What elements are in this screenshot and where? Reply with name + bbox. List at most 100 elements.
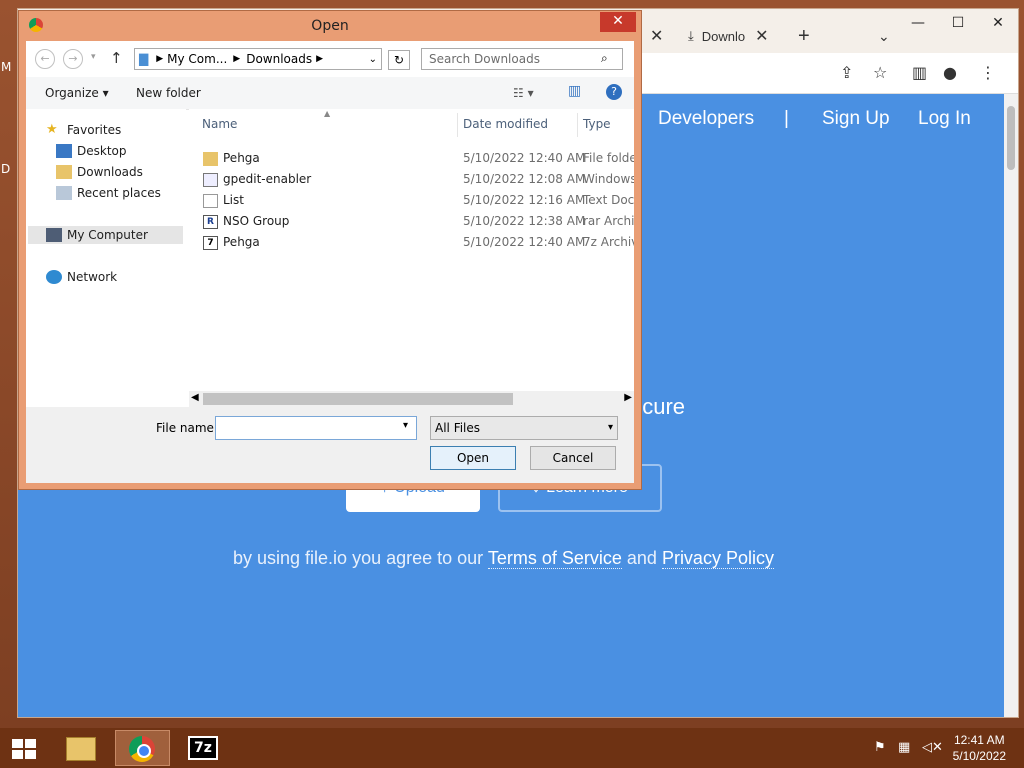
file-name: List bbox=[223, 193, 244, 207]
new-tab-button[interactable]: + bbox=[798, 23, 810, 49]
breadcrumb-my-computer[interactable]: My Com... bbox=[167, 52, 227, 66]
open-button[interactable]: Open bbox=[430, 446, 516, 470]
nav-recent-places[interactable]: Recent places bbox=[56, 184, 161, 202]
scroll-left-icon[interactable]: ◀ bbox=[191, 392, 199, 403]
nav-network[interactable]: Network bbox=[46, 268, 117, 286]
breadcrumb-separator-icon: ▶ bbox=[233, 54, 241, 64]
file-name: NSO Group bbox=[223, 214, 290, 228]
dialog-title: Open bbox=[311, 18, 349, 34]
taskbar-chrome[interactable] bbox=[115, 730, 170, 766]
horizontal-scrollbar[interactable]: ◀ ▶ bbox=[189, 391, 634, 407]
column-header-type[interactable]: Type bbox=[583, 117, 611, 131]
nav-downloads-label: Downloads bbox=[77, 165, 143, 179]
volume-muted-icon[interactable]: ◁✕ bbox=[922, 740, 943, 755]
window-controls: — ☐ ✕ bbox=[898, 9, 1018, 39]
batch-file-icon bbox=[203, 173, 218, 187]
nav-computer-label: My Computer bbox=[67, 228, 148, 242]
action-center-flag-icon[interactable]: ⚑ bbox=[874, 740, 886, 755]
back-arrow-icon[interactable]: ← bbox=[35, 49, 55, 69]
column-divider[interactable] bbox=[457, 113, 458, 137]
column-header-name[interactable]: Name bbox=[202, 117, 237, 131]
view-options-icon[interactable]: ☷ ▾ bbox=[513, 86, 534, 100]
file-row[interactable]: Pehga 5/10/2022 12:40 AM File folder bbox=[189, 149, 634, 169]
tab-close-icon[interactable]: ✕ bbox=[650, 26, 663, 46]
downloads-folder-icon bbox=[56, 165, 72, 179]
preview-pane-icon[interactable]: ▥ bbox=[568, 83, 581, 99]
file-date: 5/10/2022 12:38 AM bbox=[463, 214, 586, 228]
breadcrumb-downloads[interactable]: Downloads bbox=[246, 52, 312, 66]
forward-arrow-icon[interactable]: → bbox=[63, 49, 83, 69]
nav-favorites[interactable]: ★ Favorites bbox=[46, 121, 121, 139]
minimize-button[interactable]: — bbox=[898, 9, 938, 39]
file-row[interactable]: List 5/10/2022 12:16 AM Text Docu bbox=[189, 191, 634, 211]
download-icon: ⤓ bbox=[688, 28, 694, 43]
file-name-input[interactable] bbox=[215, 416, 417, 440]
star-icon: ★ bbox=[46, 122, 58, 137]
tab-close-icon[interactable]: ✕ bbox=[755, 26, 768, 46]
scroll-right-icon[interactable]: ▶ bbox=[624, 392, 632, 403]
recent-places-icon bbox=[56, 186, 72, 200]
privacy-policy-link[interactable]: Privacy Policy bbox=[661, 548, 774, 569]
chevron-down-icon[interactable]: ▾ bbox=[403, 420, 408, 431]
address-dropdown-icon[interactable]: ⌄ bbox=[369, 54, 377, 65]
file-date: 5/10/2022 12:40 AM bbox=[463, 151, 586, 165]
file-row[interactable]: 7 Pehga 5/10/2022 12:40 AM 7z Archive bbox=[189, 233, 634, 253]
breadcrumb-separator-icon: ▶ bbox=[316, 54, 324, 64]
profile-avatar-icon[interactable]: ● bbox=[943, 63, 957, 82]
scroll-thumb[interactable] bbox=[1007, 106, 1015, 170]
file-type-filter-value: All Files bbox=[435, 421, 481, 435]
nav-login[interactable]: Log In bbox=[918, 108, 971, 130]
search-icon: ⌕ bbox=[601, 51, 608, 65]
recent-locations-icon[interactable]: ▾ bbox=[91, 52, 96, 62]
sort-ascending-icon: ▲ bbox=[324, 109, 331, 118]
clock-time: 12:41 AM bbox=[953, 733, 1005, 747]
dialog-close-button[interactable]: ✕ bbox=[600, 12, 636, 32]
file-type: File folder bbox=[583, 151, 634, 165]
organize-button[interactable]: Organize ▾ bbox=[45, 86, 109, 100]
close-button[interactable]: ✕ bbox=[978, 9, 1018, 39]
taskbar-7zip[interactable]: 7z bbox=[176, 730, 231, 766]
breadcrumb-separator-icon: ▶ bbox=[156, 54, 164, 64]
bookmark-star-icon[interactable]: ☆ bbox=[873, 63, 887, 82]
up-arrow-icon[interactable]: ↑ bbox=[110, 49, 123, 67]
tab-downloads[interactable]: ⤓ Downlo ✕ bbox=[688, 23, 769, 49]
nav-favorites-label: Favorites bbox=[67, 123, 122, 137]
desktop-icon-label: M bbox=[1, 60, 12, 74]
file-date: 5/10/2022 12:16 AM bbox=[463, 193, 586, 207]
nav-developers[interactable]: Developers bbox=[658, 108, 754, 130]
dialog-titlebar[interactable]: Open ✕ bbox=[19, 11, 641, 41]
address-bar[interactable]: ▇ ▶ My Com... ▶ Downloads ▶ ⌄ bbox=[134, 48, 382, 70]
nav-downloads[interactable]: Downloads bbox=[56, 163, 143, 181]
tab-previous[interactable]: ✕ bbox=[640, 23, 663, 49]
nav-signup[interactable]: Sign Up bbox=[822, 108, 890, 130]
terms-of-service-link[interactable]: Terms of Service bbox=[487, 548, 622, 569]
nav-my-computer[interactable]: My Computer bbox=[28, 226, 183, 244]
file-row[interactable]: R NSO Group 5/10/2022 12:38 AM rar Archi… bbox=[189, 212, 634, 232]
computer-icon bbox=[46, 228, 62, 242]
start-button[interactable] bbox=[0, 730, 48, 766]
file-type-filter[interactable]: All Files ▾ bbox=[430, 416, 618, 440]
maximize-button[interactable]: ☐ bbox=[938, 9, 978, 39]
column-header-date[interactable]: Date modified bbox=[463, 117, 548, 131]
file-type: Windows bbox=[583, 172, 634, 186]
file-row[interactable]: gpedit-enabler 5/10/2022 12:08 AM Window… bbox=[189, 170, 634, 190]
column-divider[interactable] bbox=[577, 113, 578, 137]
nav-desktop[interactable]: Desktop bbox=[56, 142, 127, 160]
menu-kebab-icon[interactable]: ⋮ bbox=[980, 63, 996, 82]
network-icon[interactable]: ▦ bbox=[898, 740, 910, 755]
cancel-button[interactable]: Cancel bbox=[530, 446, 616, 470]
share-icon[interactable]: ⇪ bbox=[840, 63, 853, 82]
text-file-icon bbox=[203, 194, 218, 208]
new-folder-button[interactable]: New folder bbox=[136, 86, 201, 100]
horizontal-scroll-thumb[interactable] bbox=[203, 393, 513, 405]
side-panel-icon[interactable]: ▥ bbox=[912, 63, 927, 82]
tab-search-button[interactable]: ⌄ bbox=[878, 23, 890, 49]
system-clock[interactable]: 12:41 AM 5/10/2022 bbox=[953, 732, 1006, 764]
help-icon[interactable]: ? bbox=[606, 84, 622, 100]
taskbar-file-explorer[interactable] bbox=[54, 730, 109, 766]
desktop-icon bbox=[56, 144, 72, 158]
page-scrollbar[interactable] bbox=[1004, 94, 1018, 717]
folder-icon bbox=[203, 152, 218, 166]
refresh-icon[interactable]: ↻ bbox=[388, 50, 410, 70]
search-downloads-input[interactable]: Search Downloads bbox=[421, 48, 623, 70]
